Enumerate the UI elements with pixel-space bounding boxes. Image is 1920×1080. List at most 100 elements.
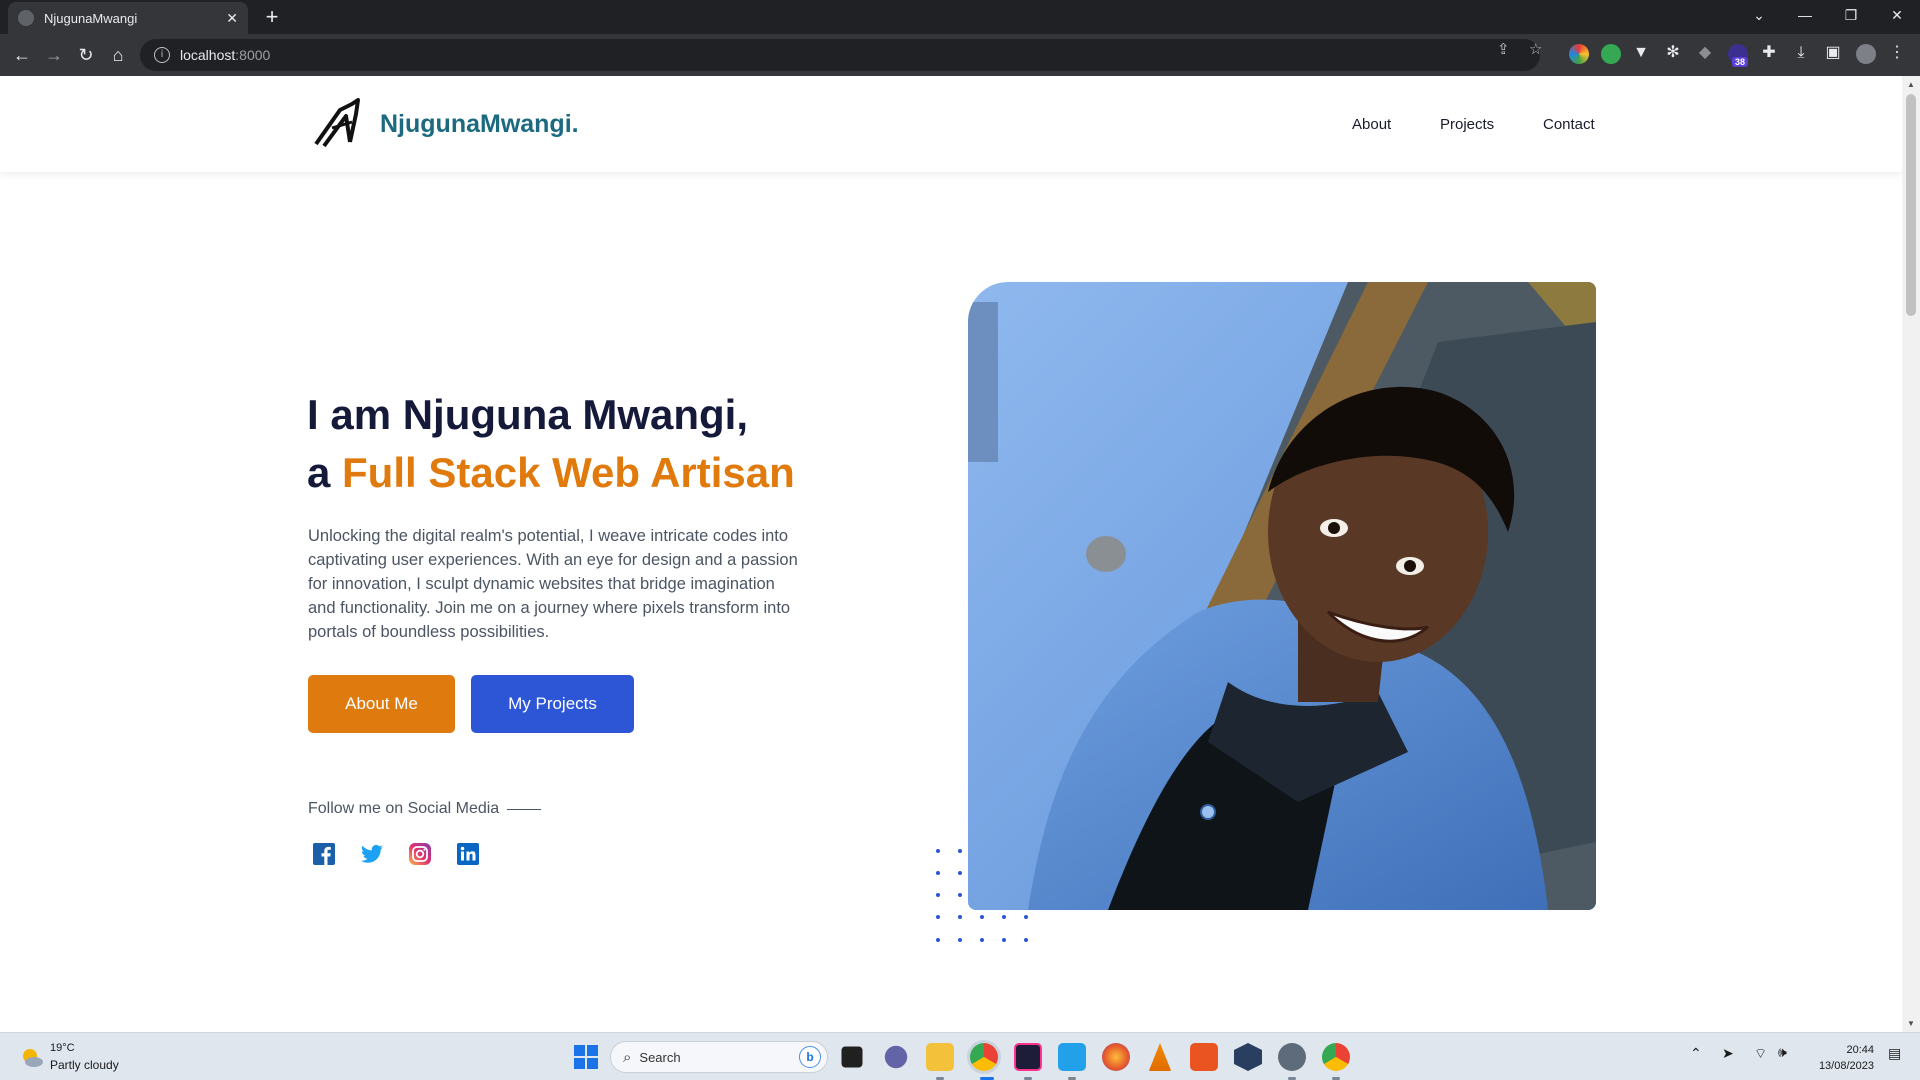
follow-text: Follow me on Social Media bbox=[308, 800, 500, 817]
scroll-up-icon[interactable]: ▲ bbox=[1902, 80, 1920, 89]
vue-devtools-icon[interactable]: ▼ bbox=[1632, 44, 1650, 62]
windows-start-icon[interactable] bbox=[572, 1043, 600, 1071]
dot bbox=[1002, 915, 1006, 919]
close-window-button[interactable]: ✕ bbox=[1874, 0, 1920, 34]
follow-divider bbox=[507, 808, 542, 810]
dot bbox=[936, 871, 940, 875]
share-icon[interactable]: ⇪ bbox=[1497, 40, 1510, 58]
file-explorer-icon[interactable] bbox=[926, 1043, 954, 1071]
system-clock[interactable]: 20:44 13/08/2023 bbox=[1819, 1042, 1874, 1074]
react-devtools-icon[interactable]: ✻ bbox=[1664, 44, 1682, 62]
restore-button[interactable]: ❐ bbox=[1828, 0, 1874, 34]
nav-projects[interactable]: Projects bbox=[1440, 116, 1494, 133]
follow-social-label: Follow me on Social Media bbox=[308, 800, 542, 818]
my-projects-button[interactable]: My Projects bbox=[471, 675, 634, 733]
linkedin-icon[interactable] bbox=[456, 842, 480, 866]
ubuntu-icon[interactable] bbox=[1190, 1043, 1218, 1071]
virtualbox-icon[interactable] bbox=[1234, 1043, 1262, 1071]
scroll-down-icon[interactable]: ▼ bbox=[1902, 1019, 1920, 1028]
taskbar-search-placeholder: Search bbox=[639, 1049, 681, 1065]
profile-photo-image bbox=[968, 282, 1596, 910]
browser-tabbar: NjugunaMwangi ✕ + ⌄ — ❐ ✕ bbox=[0, 0, 1920, 34]
vlc-icon[interactable] bbox=[1148, 1043, 1172, 1071]
globe-icon bbox=[18, 10, 34, 26]
back-button[interactable]: ← bbox=[8, 41, 36, 69]
instagram-icon[interactable] bbox=[408, 842, 432, 866]
new-tab-button[interactable]: + bbox=[258, 4, 286, 32]
puzzle-extension-icon[interactable]: ◆ bbox=[1696, 44, 1714, 62]
home-button[interactable]: ⌂ bbox=[104, 41, 132, 69]
facebook-icon[interactable] bbox=[312, 842, 336, 866]
check-extension-icon[interactable] bbox=[1601, 44, 1621, 64]
partly-cloudy-icon[interactable] bbox=[20, 1045, 44, 1069]
dot bbox=[936, 938, 940, 942]
dot bbox=[958, 893, 962, 897]
color-extension-icon[interactable] bbox=[1569, 44, 1589, 64]
url-port: :8000 bbox=[235, 47, 271, 63]
dot bbox=[1024, 938, 1028, 942]
dot bbox=[936, 893, 940, 897]
reload-button[interactable]: ↻ bbox=[72, 41, 100, 69]
bookmark-star-icon[interactable]: ☆ bbox=[1529, 40, 1542, 58]
side-panel-icon[interactable]: ▣ bbox=[1824, 44, 1842, 62]
site-header: NjugunaMwangi. About Projects Contact bbox=[0, 76, 1902, 172]
extension-badge: 38 bbox=[1732, 57, 1749, 67]
chrome-dev-icon[interactable] bbox=[1322, 1043, 1350, 1071]
nav-contact[interactable]: Contact bbox=[1543, 116, 1595, 133]
dot bbox=[980, 915, 984, 919]
dot bbox=[936, 915, 940, 919]
bing-icon[interactable]: b bbox=[799, 1046, 821, 1068]
download-icon[interactable]: ⤓ bbox=[1792, 44, 1810, 62]
about-me-button[interactable]: About Me bbox=[308, 675, 455, 733]
twitter-icon[interactable] bbox=[360, 842, 384, 866]
chrome-icon[interactable] bbox=[970, 1043, 998, 1071]
task-view-icon[interactable] bbox=[841, 1046, 863, 1068]
settings-gear-icon[interactable] bbox=[1278, 1043, 1306, 1071]
profile-photo bbox=[968, 282, 1596, 910]
brand-name[interactable]: NjugunaMwangi. bbox=[380, 110, 579, 139]
dot bbox=[958, 871, 962, 875]
dot bbox=[1024, 915, 1028, 919]
close-icon[interactable]: ✕ bbox=[226, 10, 238, 27]
extensions-icon[interactable]: ✚ bbox=[1760, 44, 1778, 62]
profile-avatar[interactable] bbox=[1856, 44, 1876, 64]
hero-title: I am Njuguna Mwangi, a Full Stack Web Ar… bbox=[307, 386, 795, 502]
more-menu-icon[interactable]: ⋮ bbox=[1888, 44, 1906, 62]
dot bbox=[958, 849, 962, 853]
scrollbar-thumb[interactable] bbox=[1906, 94, 1916, 316]
hero-title-line1: I am Njuguna Mwangi, bbox=[307, 391, 749, 438]
tab-title: NjugunaMwangi bbox=[44, 10, 138, 26]
weather-description: Partly cloudy bbox=[50, 1058, 119, 1072]
clock-date: 13/08/2023 bbox=[1818, 1060, 1874, 1072]
phpstorm-icon[interactable] bbox=[1014, 1043, 1042, 1071]
hero-description: Unlocking the digital realm's potential,… bbox=[308, 527, 798, 641]
dot bbox=[936, 849, 940, 853]
firefox-icon[interactable] bbox=[1102, 1043, 1130, 1071]
browser-tab[interactable]: NjugunaMwangi ✕ bbox=[8, 2, 248, 34]
page-scrollbar[interactable]: ▲ ▼ bbox=[1902, 76, 1920, 1032]
vscode-icon[interactable] bbox=[1058, 1043, 1086, 1071]
url-host: localhost bbox=[180, 47, 236, 63]
location-icon[interactable]: ➤ bbox=[1722, 1045, 1734, 1062]
notification-icon[interactable]: ▤ bbox=[1888, 1045, 1901, 1062]
teams-chat-icon[interactable] bbox=[884, 1045, 908, 1069]
info-icon[interactable]: i bbox=[154, 47, 170, 63]
minimize-button[interactable]: — bbox=[1782, 0, 1828, 34]
dot bbox=[958, 915, 962, 919]
wifi-icon[interactable]: ⌔ bbox=[1754, 1045, 1767, 1063]
dot bbox=[980, 938, 984, 942]
volume-icon[interactable]: 🕪 bbox=[1778, 1045, 1787, 1061]
address-bar[interactable]: i localhost:8000 bbox=[140, 39, 1540, 71]
dot bbox=[958, 938, 962, 942]
weather-temperature: 19°C bbox=[50, 1042, 75, 1054]
windows-taskbar: 19°C Partly cloudy ⌕ Search b ⌃ ➤ ⌔ 🕪 20… bbox=[0, 1032, 1920, 1080]
chevron-down-icon[interactable]: ⌄ bbox=[1736, 0, 1782, 34]
logo-icon[interactable] bbox=[312, 98, 366, 150]
dot bbox=[1002, 938, 1006, 942]
page-viewport: NjugunaMwangi. About Projects Contact I … bbox=[0, 76, 1902, 1032]
nav-about[interactable]: About bbox=[1352, 116, 1391, 133]
chevron-up-icon[interactable]: ⌃ bbox=[1690, 1045, 1702, 1062]
hero-title-prefix: a bbox=[307, 449, 331, 496]
taskbar-search[interactable]: ⌕ Search b bbox=[610, 1041, 828, 1073]
forward-button[interactable]: → bbox=[40, 41, 68, 69]
